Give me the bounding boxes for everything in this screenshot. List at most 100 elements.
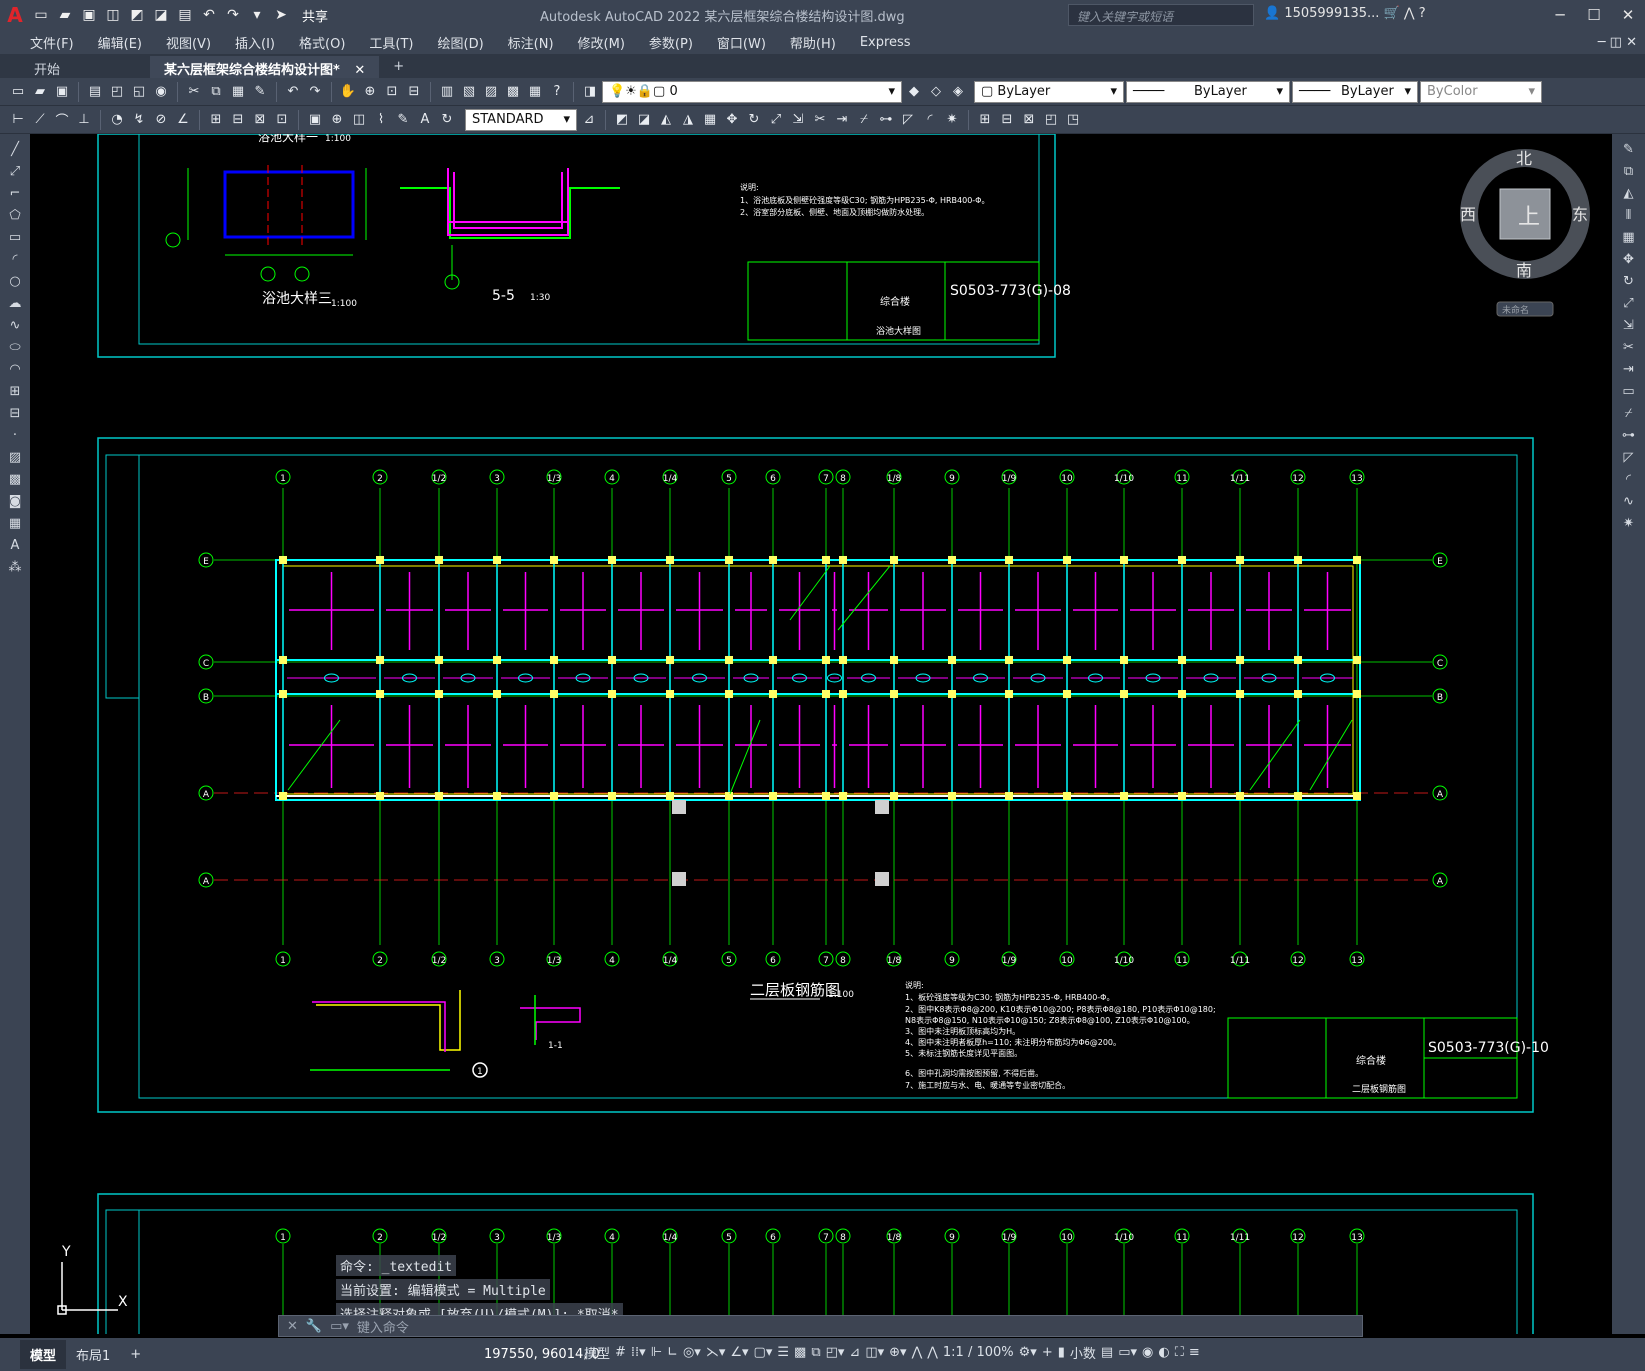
paste-icon[interactable]: ▦ <box>228 82 248 102</box>
new-tab-button[interactable]: + <box>379 56 418 78</box>
close-tab-icon[interactable]: ✕ <box>354 63 365 78</box>
add-selected-icon[interactable]: ⁂ <box>4 558 26 577</box>
chamfer-icon[interactable]: ◸ <box>1618 448 1640 467</box>
zoom-window-icon[interactable]: ⊡ <box>382 82 402 102</box>
quick-properties-icon[interactable]: ▤ <box>1101 1345 1113 1360</box>
modify-rotate-icon[interactable]: ↻ <box>744 110 764 130</box>
compass-south[interactable]: 南 <box>1516 261 1532 280</box>
menu-draw[interactable]: 绘图(D) <box>426 33 496 52</box>
zoom-previous-icon[interactable]: ⊟ <box>404 82 424 102</box>
polar-icon[interactable]: ◎▾ <box>683 1345 701 1360</box>
save-icon[interactable]: ▣ <box>78 4 100 26</box>
units-dropdown[interactable]: 小数 <box>1070 1343 1096 1362</box>
new-file-icon[interactable]: ▭ <box>30 4 52 26</box>
otrack-icon[interactable]: ∠▾ <box>730 1345 748 1360</box>
erase-icon[interactable]: ✎ <box>1618 140 1640 159</box>
layer-previous-icon[interactable]: ◇ <box>926 82 946 102</box>
dim-style-manager-icon[interactable]: ⊿ <box>579 110 599 130</box>
gizmo-icon[interactable]: ⊕▾ <box>889 1345 906 1360</box>
center-mark-icon[interactable]: ⊕ <box>327 110 347 130</box>
help-search-input[interactable]: 键入关键字或短语 <box>1068 4 1254 26</box>
autodesk-app-icon[interactable]: ⋀ <box>1404 6 1415 21</box>
blend-icon[interactable]: ∿ <box>1618 492 1640 511</box>
region-icon[interactable]: ◙ <box>4 492 26 511</box>
plot-icon[interactable]: ▤ <box>174 4 196 26</box>
customization-icon[interactable]: ≡ <box>1189 1345 1200 1360</box>
modify-extend-icon[interactable]: ⇥ <box>832 110 852 130</box>
model-space-button[interactable]: 模型 <box>584 1343 610 1362</box>
modify-scale-icon[interactable]: ⤢ <box>766 110 786 130</box>
make-block-icon[interactable]: ⊟ <box>997 110 1017 130</box>
save-icon[interactable]: ▣ <box>52 82 72 102</box>
annotation-visibility-icon[interactable]: ⋀ <box>912 1345 923 1360</box>
insert-block-icon[interactable]: ⊞ <box>975 110 995 130</box>
dim-aligned-icon[interactable]: ⟋ <box>30 110 50 130</box>
transparency-icon[interactable]: ▩ <box>794 1345 806 1360</box>
color-dropdown[interactable]: ▢ ByLayer ▾ <box>974 80 1124 103</box>
undo-icon[interactable]: ↶ <box>198 4 220 26</box>
dim-baseline-icon[interactable]: ⊟ <box>228 110 248 130</box>
menu-edit[interactable]: 编辑(E) <box>86 33 154 52</box>
autocad-logo-button[interactable]: A <box>0 0 30 30</box>
doc-window-controls[interactable]: ─ ◫ ✕ <box>1598 35 1637 50</box>
selection-filter-icon[interactable]: ◫▾ <box>865 1345 884 1360</box>
scale-icon[interactable]: ⤢ <box>1618 294 1640 313</box>
tab-model[interactable]: 模型 <box>20 1340 67 1369</box>
viewcube[interactable]: 上 北 南 东 西 未命名 <box>1460 148 1590 328</box>
isolate-objects-icon[interactable]: ◉ <box>1142 1345 1153 1360</box>
dynamic-ucs-icon[interactable]: ⊿ <box>849 1345 860 1360</box>
gradient-icon[interactable]: ▩ <box>4 470 26 489</box>
infer-icon[interactable]: ⊩ <box>651 1345 662 1360</box>
new-icon[interactable]: ▭ <box>8 82 28 102</box>
menu-view[interactable]: 视图(V) <box>154 33 223 52</box>
save-as-icon[interactable]: ◫ <box>102 4 124 26</box>
dim-ordinate-icon[interactable]: ⊥ <box>74 110 94 130</box>
drawing-canvas[interactable]: 浴池大样一 1:100 浴池大样三 1:100 5-5 1:30 说明: 1、浴… <box>30 134 1612 1334</box>
pan-icon[interactable]: ✋ <box>338 82 358 102</box>
workspace-icon[interactable]: ⚙▾ <box>1019 1345 1037 1360</box>
grid-icon[interactable]: # <box>615 1345 626 1360</box>
move-icon[interactable]: ✥ <box>1618 250 1640 269</box>
dim-continue-icon[interactable]: ⊠ <box>250 110 270 130</box>
coordinate-readout[interactable]: 197550, 96014, 0 <box>484 1347 600 1362</box>
close-command-icon[interactable]: ✕ <box>287 1319 298 1334</box>
break-point-icon[interactable]: ▭ <box>1618 382 1640 401</box>
quick-dim-icon[interactable]: ⊞ <box>206 110 226 130</box>
help-icon[interactable]: ? <box>547 82 567 102</box>
line-icon[interactable]: ╱ <box>4 140 26 159</box>
point-icon[interactable]: · <box>4 426 26 445</box>
dim-diameter-icon[interactable]: ⊘ <box>151 110 171 130</box>
auto-scale-icon[interactable]: ⋀ <box>927 1345 938 1360</box>
arc-icon[interactable]: ◜ <box>4 250 26 269</box>
menu-insert[interactable]: 插入(I) <box>223 33 287 52</box>
fillet-icon[interactable]: ◜ <box>1618 470 1640 489</box>
menu-express[interactable]: Express <box>848 35 923 50</box>
open-web-icon[interactable]: ◪ <box>150 4 172 26</box>
modify-stretch-icon[interactable]: ⇲ <box>788 110 808 130</box>
units-icon[interactable]: ▮ <box>1058 1345 1065 1360</box>
dim-text-edit-icon[interactable]: A <box>415 110 435 130</box>
rotate-icon[interactable]: ↻ <box>1618 272 1640 291</box>
offset-icon[interactable]: ⫴ <box>1618 206 1640 225</box>
clean-screen-icon[interactable]: ⛶ <box>1175 1345 1184 1360</box>
make-block-icon[interactable]: ⊟ <box>4 404 26 423</box>
command-line[interactable]: ✕ 🔧 ▭▾ 键入命令 <box>278 1315 1363 1337</box>
lineweight-icon[interactable]: ☰ <box>777 1345 789 1360</box>
ellipse-icon[interactable]: ⬭ <box>4 338 26 357</box>
rectangle-icon[interactable]: ▭ <box>4 228 26 247</box>
ucs-menu-label[interactable]: 未命名 <box>1502 304 1529 316</box>
jogged-linear-icon[interactable]: ⌇ <box>371 110 391 130</box>
polyline-icon[interactable]: ⌐ <box>4 184 26 203</box>
dim-arc-icon[interactable]: ⌒ <box>52 110 72 130</box>
match-prop-icon[interactable]: ✎ <box>250 82 270 102</box>
menu-file[interactable]: 文件(F) <box>18 33 86 52</box>
table-icon[interactable]: ▦ <box>4 514 26 533</box>
open-icon[interactable]: ▰ <box>30 82 50 102</box>
modify-break-icon[interactable]: ⌿ <box>854 110 874 130</box>
layer-state-icon[interactable]: ◈ <box>948 82 968 102</box>
modify-erase-icon[interactable]: ◩ <box>612 110 632 130</box>
isodraft-icon[interactable]: ⋋▾ <box>706 1345 726 1360</box>
viewcube-top[interactable]: 上 <box>1518 205 1540 230</box>
hatch-icon[interactable]: ▨ <box>4 448 26 467</box>
copy-icon[interactable]: ⧉ <box>206 82 226 102</box>
